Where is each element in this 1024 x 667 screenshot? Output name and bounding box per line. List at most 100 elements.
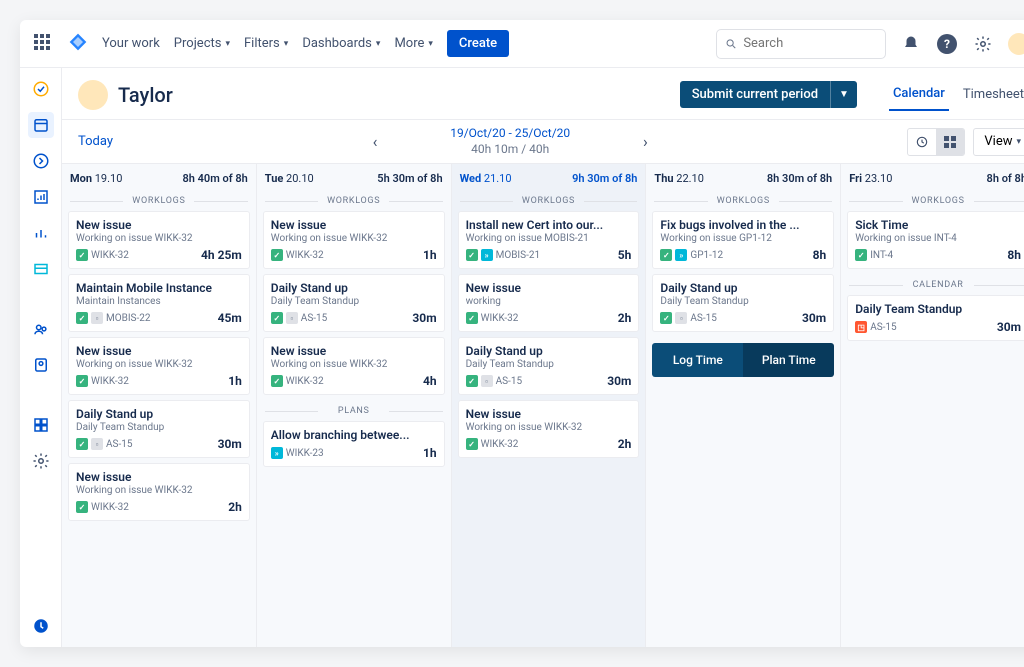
submit-period-caret[interactable]: ▼	[830, 81, 857, 108]
submit-period-button[interactable]: Submit current period	[680, 81, 830, 108]
user-avatar[interactable]	[78, 80, 108, 110]
worklog-card[interactable]: Install new Cert into our... Working on …	[458, 211, 640, 269]
sidebar-chart-icon[interactable]	[28, 220, 54, 246]
sidebar-my-work-icon[interactable]	[28, 76, 54, 102]
card-issue-key: ✓ WIKK-32	[271, 375, 324, 387]
check-icon: ✓	[855, 249, 867, 261]
day-hours: 9h 30m of 8h	[572, 172, 637, 185]
card-subtitle: Working on issue WIKK-32	[271, 359, 437, 370]
worklog-card[interactable]: Daily Stand up Daily Team Standup ✓▫ AS-…	[652, 274, 834, 332]
day-label: Tue 20.10	[265, 172, 314, 185]
check-icon: ✓	[76, 249, 88, 261]
card-title: New issue	[271, 344, 437, 358]
plan-time-button[interactable]: Plan Time	[743, 343, 834, 377]
card-issue-key: ✓» MOBIS-21	[466, 249, 541, 261]
card-subtitle: Working on issue WIKK-32	[76, 359, 242, 370]
card-subtitle: Working on issue MOBIS-21	[466, 233, 632, 244]
sub-icon: ▫	[675, 312, 687, 324]
day-column-fri: Fri 23.10 8h of 8h WORKLOGS Sick Time Wo…	[841, 164, 1024, 647]
sidebar-apps-icon[interactable]	[28, 412, 54, 438]
card-title: Sick Time	[855, 218, 1021, 232]
sidebar-person-icon[interactable]	[28, 352, 54, 378]
sidebar-reports-icon[interactable]	[28, 184, 54, 210]
sidebar-settings-icon[interactable]	[28, 448, 54, 474]
check-icon: ✓	[466, 438, 478, 450]
profile-avatar[interactable]	[1008, 33, 1024, 55]
sub-icon: ▫	[91, 438, 103, 450]
settings-icon[interactable]	[972, 33, 994, 55]
layout-timeline-icon[interactable]	[908, 129, 936, 155]
card-issue-key: ◳ AS-15	[855, 321, 896, 333]
nav-dashboards[interactable]: Dashboards▾	[302, 36, 380, 51]
next-period-icon[interactable]: ›	[637, 132, 654, 151]
sidebar-expand-icon[interactable]	[28, 148, 54, 174]
worklog-card[interactable]: New issue Working on issue WIKK-32 ✓ WIK…	[68, 463, 250, 521]
layout-grid-icon[interactable]	[936, 129, 964, 155]
card-subtitle: working	[466, 296, 632, 307]
jira-logo-icon[interactable]	[68, 32, 88, 56]
day-actions: Log Time Plan Time	[652, 343, 834, 377]
worklog-card[interactable]: Daily Stand up Daily Team Standup ✓▫ AS-…	[263, 274, 445, 332]
card-title: Install new Cert into our...	[466, 218, 632, 232]
worklog-card[interactable]: Fix bugs involved in the ... Working on …	[652, 211, 834, 269]
card-title: Daily Stand up	[660, 281, 826, 295]
worklogs-section-label: WORKLOGS	[654, 193, 832, 209]
nav-your-work[interactable]: Your work	[102, 36, 160, 51]
worklog-card[interactable]: Daily Team Standup ◳ AS-15 30m	[847, 295, 1024, 341]
nav-more[interactable]: More▾	[394, 36, 432, 51]
create-button[interactable]: Create	[447, 30, 509, 57]
check-icon: ✓	[466, 249, 478, 261]
tab-calendar[interactable]: Calendar	[889, 78, 949, 111]
card-duration: 1h	[423, 446, 437, 460]
check-icon: ✓	[76, 312, 88, 324]
card-title: Fix bugs involved in the ...	[660, 218, 826, 232]
card-duration: 1h	[423, 248, 437, 262]
worklog-card[interactable]: Maintain Mobile Instance Maintain Instan…	[68, 274, 250, 332]
worklog-card[interactable]: New issue Working on issue WIKK-32 ✓ WIK…	[68, 337, 250, 395]
card-subtitle: Daily Team Standup	[660, 296, 826, 307]
check-icon: ✓	[271, 312, 283, 324]
prev-period-icon[interactable]: ‹	[367, 132, 384, 151]
log-time-button[interactable]: Log Time	[652, 343, 743, 377]
notifications-icon[interactable]	[900, 33, 922, 55]
help-icon[interactable]: ?	[936, 33, 958, 55]
card-issue-key: ✓ WIKK-32	[76, 249, 129, 261]
worklog-card[interactable]: New issue Working on issue WIKK-32 ✓ WIK…	[68, 211, 250, 269]
card-title: New issue	[76, 218, 242, 232]
day-hours: 8h 40m of 8h	[182, 172, 247, 185]
card-subtitle: Daily Team Standup	[76, 422, 242, 433]
day-hours: 5h 30m of 8h	[377, 172, 442, 185]
nav-projects[interactable]: Projects▾	[174, 36, 230, 51]
card-subtitle: Working on issue WIKK-32	[76, 233, 242, 244]
worklog-card[interactable]: New issue Working on issue WIKK-32 ✓ WIK…	[263, 337, 445, 395]
card-title: Maintain Mobile Instance	[76, 281, 242, 295]
tab-timesheet[interactable]: Timesheet	[959, 79, 1024, 110]
card-title: Daily Stand up	[76, 407, 242, 421]
card-duration: 30m	[802, 311, 826, 325]
day-header: Tue 20.10 5h 30m of 8h	[257, 164, 451, 191]
sidebar-pin-icon[interactable]	[28, 613, 54, 639]
nav-filters[interactable]: Filters▾	[244, 36, 288, 51]
card-title: New issue	[466, 281, 632, 295]
card-duration: 1h	[228, 374, 242, 388]
worklog-card[interactable]: New issue working ✓ WIKK-32 2h	[458, 274, 640, 332]
sidebar-teams-icon[interactable]	[28, 316, 54, 342]
card-issue-key: ✓ WIKK-32	[466, 438, 519, 450]
card-issue-key: ✓ WIKK-32	[76, 501, 129, 513]
worklog-card[interactable]: Sick Time Working on issue INT-4 ✓ INT-4…	[847, 211, 1024, 269]
sidebar-calendar-icon[interactable]	[28, 112, 54, 138]
today-link[interactable]: Today	[78, 134, 113, 149]
card-title: Daily Team Standup	[855, 302, 1021, 316]
search-field[interactable]	[743, 36, 877, 51]
check-icon: ✓	[466, 312, 478, 324]
worklog-card[interactable]: Allow branching betwee... » WIKK-23 1h	[263, 421, 445, 467]
worklog-card[interactable]: Daily Stand up Daily Team Standup ✓▫ AS-…	[458, 337, 640, 395]
view-dropdown[interactable]: View▾	[973, 128, 1024, 156]
sidebar-accounts-icon[interactable]	[28, 256, 54, 282]
worklog-card[interactable]: Daily Stand up Daily Team Standup ✓▫ AS-…	[68, 400, 250, 458]
app-switcher-icon[interactable]	[34, 34, 54, 54]
search-input[interactable]	[716, 29, 886, 59]
layout-toggle	[907, 128, 965, 156]
worklog-card[interactable]: New issue Working on issue WIKK-32 ✓ WIK…	[458, 400, 640, 458]
worklog-card[interactable]: New issue Working on issue WIKK-32 ✓ WIK…	[263, 211, 445, 269]
